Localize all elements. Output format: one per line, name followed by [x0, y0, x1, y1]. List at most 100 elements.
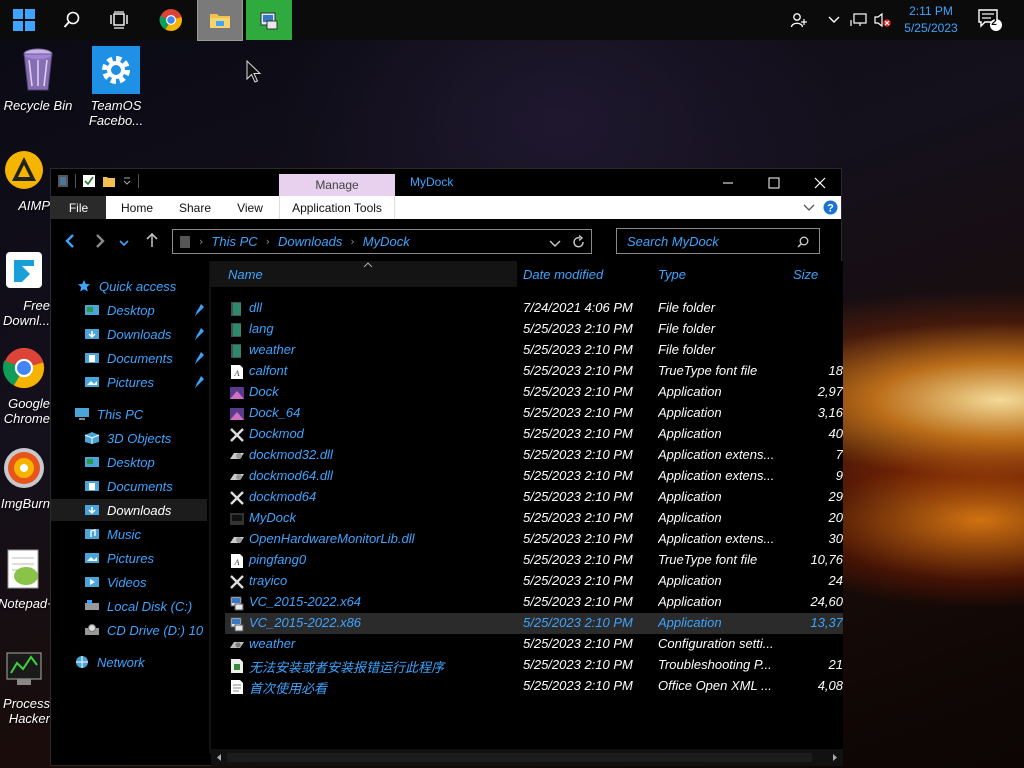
nav-network[interactable]: Network: [51, 651, 207, 673]
column-header-date-modified[interactable]: Date modified: [523, 261, 653, 287]
nav-quick-downloads[interactable]: Downloads: [51, 323, 207, 345]
file-row[interactable]: Apingfang0 5/25/2023 2:10 PM TrueType font…: [225, 550, 843, 571]
nav-3d-objects[interactable]: 3D Objects: [51, 427, 207, 449]
search-button[interactable]: [48, 0, 96, 40]
desktop-icon-teamos[interactable]: TeamOS Facebo...: [76, 46, 156, 128]
file-row[interactable]: trayico 5/25/2023 2:10 PM Application 24: [225, 571, 843, 592]
nav-desktop[interactable]: Desktop: [51, 451, 207, 473]
file-row[interactable]: Dockmod 5/25/2023 2:10 PM Application 40: [225, 424, 843, 445]
scroll-left-icon[interactable]: [215, 753, 223, 762]
pin-icon: [195, 328, 204, 340]
forward-button[interactable]: [93, 233, 107, 252]
file-row[interactable]: Dock_64 5/25/2023 2:10 PM Application 3,16: [225, 403, 843, 424]
taskbar-clock[interactable]: 2:11 PM 5/25/2023: [896, 3, 966, 37]
tab-home[interactable]: Home: [109, 196, 165, 219]
search-box[interactable]: Search MyDock: [616, 228, 820, 254]
tab-share[interactable]: Share: [169, 196, 221, 219]
file-size: 20: [828, 510, 843, 525]
scrollbar-thumb[interactable]: [227, 753, 812, 762]
file-size: 21: [828, 657, 843, 672]
file-row[interactable]: 无法安装或者安装报错运行此程序 5/25/2023 2:10 PM Troubles…: [225, 655, 843, 676]
font-file-icon: A: [229, 364, 245, 380]
desktop-icon-google-chrome[interactable]: Google Chrome: [0, 344, 50, 426]
action-center-button[interactable]: 2: [972, 0, 1008, 40]
desktop-icon-imgburn[interactable]: ImgBurn: [0, 444, 50, 511]
file-explorer-taskbar-button[interactable]: [197, 0, 243, 41]
nav-quick-documents[interactable]: Documents: [51, 347, 207, 369]
nav-label: Downloads: [107, 326, 172, 342]
desktop-icon-aimp[interactable]: AIMP: [0, 146, 50, 213]
desktop-icon-process-hacker[interactable]: Process Hacker: [0, 644, 50, 726]
chrome-icon: [3, 347, 45, 389]
nav-downloads[interactable]: Downloads: [51, 499, 207, 521]
file-row[interactable]: 首次使用必看 5/25/2023 2:10 PM Office Open XML .…: [225, 676, 843, 697]
file-row[interactable]: OpenHardwareMonitorLib.dll 5/25/2023 2:10…: [225, 529, 843, 550]
nav-quick-pictures[interactable]: Pictures: [51, 371, 207, 393]
column-header-type[interactable]: Type: [658, 261, 788, 287]
file-row[interactable]: VC_2015-2022.x64 5/25/2023 2:10 PM Applica…: [225, 592, 843, 613]
show-hidden-icons-button[interactable]: [824, 0, 844, 40]
file-row[interactable]: weather 5/25/2023 2:10 PM Configuration se…: [225, 634, 843, 655]
nav-documents[interactable]: Documents: [51, 475, 207, 497]
nav-this-pc[interactable]: This PC: [51, 403, 207, 425]
start-button[interactable]: [0, 0, 48, 40]
network-tray-button[interactable]: [848, 0, 870, 40]
refresh-button[interactable]: [572, 234, 585, 252]
people-button[interactable]: [786, 0, 812, 40]
nav-local-disk-c[interactable]: Local Disk (C:): [51, 595, 207, 617]
file-type: Application: [658, 384, 722, 399]
tab-file[interactable]: File: [51, 196, 106, 219]
chrome-taskbar-button[interactable]: [148, 0, 194, 40]
task-view-button[interactable]: [96, 0, 144, 40]
file-row[interactable]: dockmod64.dll 5/25/2023 2:10 PM Applicatio…: [225, 466, 843, 487]
breadcrumb-downloads[interactable]: Downloads: [278, 234, 342, 249]
file-row[interactable]: Dock 5/25/2023 2:10 PM Application 2,97: [225, 382, 843, 403]
maximize-button[interactable]: [751, 169, 797, 196]
manage-contextual-tab[interactable]: Manage: [279, 174, 395, 196]
nav-quick-access[interactable]: Quick access: [51, 275, 207, 297]
tab-view[interactable]: View: [225, 196, 275, 219]
breadcrumb-mydock[interactable]: MyDock: [363, 234, 410, 249]
installer-taskbar-button[interactable]: [246, 0, 292, 40]
svg-text:A: A: [234, 558, 240, 567]
file-type: Application: [658, 489, 722, 504]
horizontal-scrollbar[interactable]: [211, 749, 843, 766]
file-row[interactable]: lang 5/25/2023 2:10 PM File folder: [225, 319, 843, 340]
help-button[interactable]: ?: [823, 200, 838, 218]
properties-icon[interactable]: [82, 174, 96, 188]
desktop-icon-label: Recycle Bin: [3, 98, 73, 113]
up-button[interactable]: [145, 232, 159, 251]
file-row[interactable]: MyDock 5/25/2023 2:10 PM Application 20: [225, 508, 843, 529]
address-dropdown-button[interactable]: [549, 237, 561, 251]
column-header-name[interactable]: Name: [211, 261, 517, 287]
volume-tray-button[interactable]: [872, 0, 894, 40]
file-row[interactable]: dll 7/24/2021 4:06 PM File folder: [225, 298, 843, 319]
desktop-icon-recycle-bin[interactable]: Recycle Bin: [0, 46, 78, 113]
column-header-size[interactable]: Size: [793, 261, 843, 287]
recent-locations-button[interactable]: [119, 237, 129, 251]
minimize-button[interactable]: [705, 169, 751, 196]
desktop-icon-free-download[interactable]: Free Downl...: [0, 246, 50, 328]
address-bar[interactable]: › This PC › Downloads › MyDock: [172, 229, 592, 254]
nav-videos[interactable]: Videos: [51, 571, 207, 593]
tab-application-tools[interactable]: Application Tools: [279, 196, 395, 219]
nav-music[interactable]: Music: [51, 523, 207, 545]
file-row[interactable]: VC_2015-2022.x86 5/25/2023 2:10 PM Applica…: [225, 613, 843, 634]
file-row[interactable]: weather 5/25/2023 2:10 PM File folder: [225, 340, 843, 361]
file-row[interactable]: Acalfont 5/25/2023 2:10 PM TrueType font f…: [225, 361, 843, 382]
new-folder-icon[interactable]: [102, 174, 116, 188]
nav-quick-desktop[interactable]: Desktop: [51, 299, 207, 321]
gear-icon: [102, 56, 130, 84]
scroll-right-icon[interactable]: [831, 753, 839, 762]
file-type: TrueType font file: [658, 363, 758, 378]
file-row[interactable]: dockmod32.dll 5/25/2023 2:10 PM Applicatio…: [225, 445, 843, 466]
breadcrumb-this-pc[interactable]: This PC: [211, 234, 257, 249]
nav-cd-drive-d[interactable]: CD Drive (D:) 10 ...: [51, 619, 207, 641]
file-row[interactable]: dockmod64 5/25/2023 2:10 PM Application 29: [225, 487, 843, 508]
back-button[interactable]: [63, 233, 77, 252]
expand-ribbon-button[interactable]: [803, 202, 815, 216]
nav-pictures[interactable]: Pictures: [51, 547, 207, 569]
close-button[interactable]: [797, 169, 843, 196]
desktop-icon-notepad-plus-plus[interactable]: Notepad++: [0, 544, 50, 611]
customize-dropdown-icon[interactable]: [122, 176, 132, 186]
